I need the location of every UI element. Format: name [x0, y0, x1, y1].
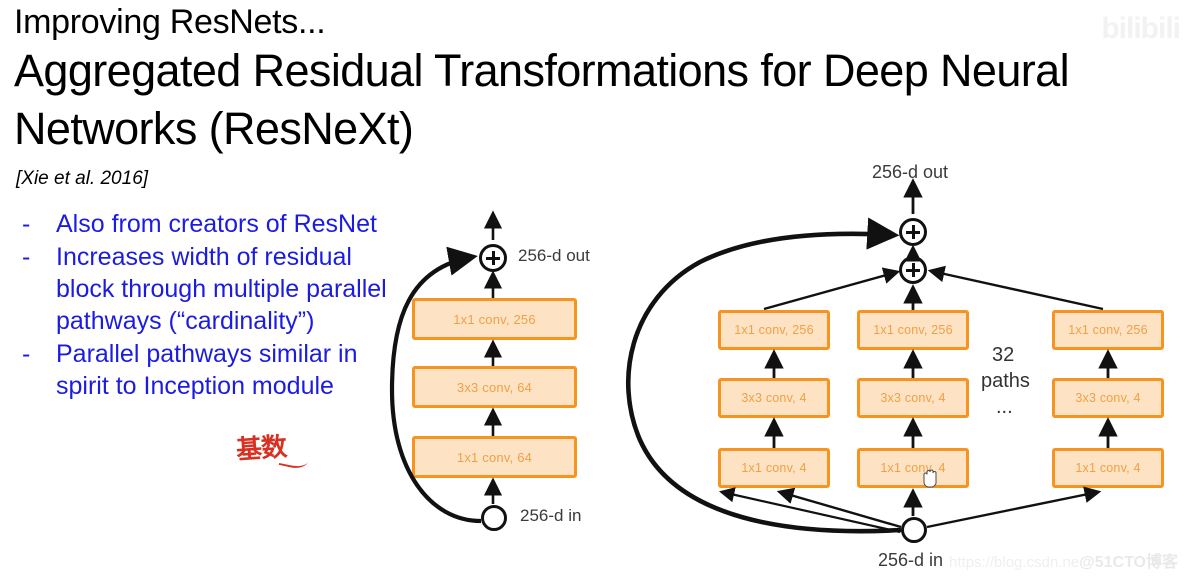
paths-label: paths	[981, 370, 1030, 392]
bullet-list: - Also from creators of ResNet - Increas…	[14, 208, 394, 403]
page-title: Aggregated Residual Transformations for …	[14, 45, 1070, 154]
conv-box[interactable]: 1x1 conv, 256	[1052, 310, 1164, 350]
slide-eyebrow: Improving ResNets...	[14, 3, 326, 41]
right-out-label: 256-d out	[872, 162, 949, 182]
add-node-icon	[479, 244, 507, 272]
conv-box[interactable]: 3x3 conv, 4	[1052, 378, 1164, 418]
conv-box[interactable]: 3x3 conv, 4	[857, 378, 969, 418]
bullet-marker: -	[22, 340, 31, 368]
conv-box[interactable]: 1x1 conv, 4	[1052, 448, 1164, 488]
watermark-tag: @51CTO博客	[1079, 554, 1178, 571]
list-item: - Also from creators of ResNet	[14, 208, 394, 240]
list-item: - Parallel pathways similar in spirit to…	[14, 338, 394, 402]
watermark-bottom: https://blog.csdn.ne@51CTO博客	[949, 548, 1178, 572]
input-node-icon	[481, 505, 507, 531]
conv-box-label: 1x1 conv, 256	[873, 323, 953, 337]
bullet-text: Also from creators of ResNet	[56, 210, 377, 238]
conv-box[interactable]: 3x3 conv, 4	[718, 378, 830, 418]
conv-box-label: 3x3 conv, 64	[456, 379, 533, 395]
left-in-label: 256-d in	[520, 506, 582, 525]
conv-box[interactable]: 1x1 conv, 256	[718, 310, 830, 350]
bullet-marker: -	[22, 210, 31, 238]
paths-ellipsis: ...	[996, 396, 1013, 418]
conv-box-label: 3x3 conv, 4	[1075, 391, 1141, 405]
conv-box[interactable]: 3x3 conv, 64	[412, 366, 577, 408]
conv-box[interactable]: 1x1 conv, 4	[857, 448, 969, 488]
add-node-inner-icon	[899, 256, 927, 284]
conv-box-label: 1x1 conv, 4	[741, 461, 807, 475]
right-in-label: 256-d in	[878, 550, 944, 570]
citation: [Xie et al. 2016]	[16, 168, 149, 189]
conv-box-label: 1x1 conv, 256	[1068, 323, 1148, 337]
input-node-icon	[901, 517, 927, 543]
conv-box-label: 3x3 conv, 4	[880, 391, 946, 405]
watermark-url: https://blog.csdn.ne	[949, 554, 1080, 571]
left-out-label: 256-d out	[518, 246, 590, 265]
conv-box[interactable]: 1x1 conv, 64	[412, 436, 577, 478]
bullet-text: Parallel pathways similar in spirit to I…	[56, 340, 358, 400]
list-item: - Increases width of residual block thro…	[14, 241, 394, 337]
bullet-marker: -	[22, 243, 31, 271]
hand-cursor-icon	[923, 469, 937, 488]
conv-box-label: 1x1 conv, 4	[1075, 461, 1141, 475]
handwritten-stroke-icon	[278, 449, 310, 471]
conv-box-label: 3x3 conv, 4	[741, 391, 807, 405]
watermark-bilibili-prefix	[1091, 19, 1095, 36]
slide-canvas: Improving ResNets... Aggregated Residual…	[0, 0, 1184, 578]
watermark-bilibili-label: bilibili	[1101, 12, 1181, 45]
conv-box-label: 1x1 conv, 64	[456, 449, 533, 465]
paths-count: 32	[992, 344, 1015, 366]
conv-box[interactable]: 1x1 conv, 256	[857, 310, 969, 350]
bullet-text: Increases width of residual block throug…	[56, 243, 387, 335]
conv-box-label: 1x1 conv, 256	[453, 311, 536, 327]
conv-box-label: 1x1 conv, 256	[734, 323, 814, 337]
watermark-bilibili: bilibili	[1091, 12, 1181, 46]
add-node-outer-icon	[899, 218, 927, 246]
conv-box[interactable]: 1x1 conv, 4	[718, 448, 830, 488]
conv-box[interactable]: 1x1 conv, 256	[412, 298, 577, 340]
